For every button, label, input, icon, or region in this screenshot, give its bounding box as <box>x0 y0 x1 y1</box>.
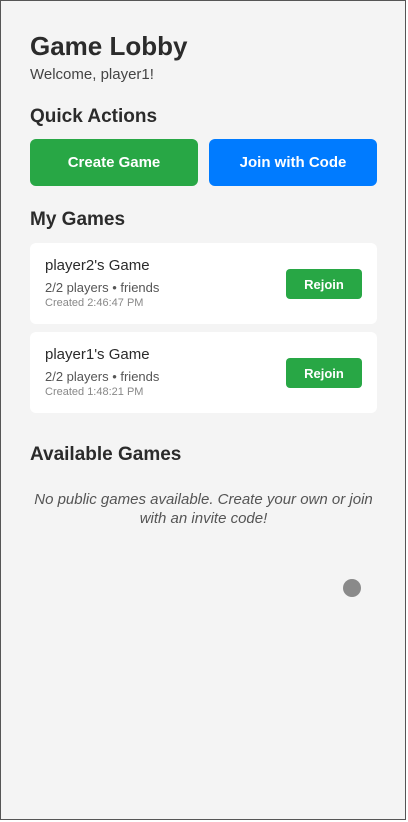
quick-actions-heading: Quick Actions <box>30 106 158 127</box>
rejoin-button[interactable]: Rejoin <box>286 358 362 388</box>
create-game-button[interactable]: Create Game <box>30 139 198 186</box>
game-name: player1's Game <box>45 346 150 363</box>
game-details: 2/2 players • friends <box>45 280 160 295</box>
status-indicator-dot <box>343 579 361 597</box>
join-with-code-button[interactable]: Join with Code <box>209 139 377 186</box>
game-lobby-screen: Game Lobby Welcome, player1! Quick Actio… <box>0 0 406 820</box>
no-games-message: No public games available. Create your o… <box>34 491 373 527</box>
game-details: 2/2 players • friends <box>45 369 160 384</box>
my-games-heading: My Games <box>30 209 126 230</box>
game-card: player1's Game 2/2 players • friends Cre… <box>30 332 377 413</box>
game-name: player2's Game <box>45 257 150 274</box>
welcome-text: Welcome, player1! <box>30 66 154 83</box>
rejoin-button[interactable]: Rejoin <box>286 269 362 299</box>
available-games-heading: Available Games <box>30 444 182 465</box>
page-title: Game Lobby <box>30 31 188 61</box>
game-created-time: Created 1:48:21 PM <box>45 386 144 398</box>
game-card: player2's Game 2/2 players • friends Cre… <box>30 243 377 324</box>
game-created-time: Created 2:46:47 PM <box>45 297 144 309</box>
